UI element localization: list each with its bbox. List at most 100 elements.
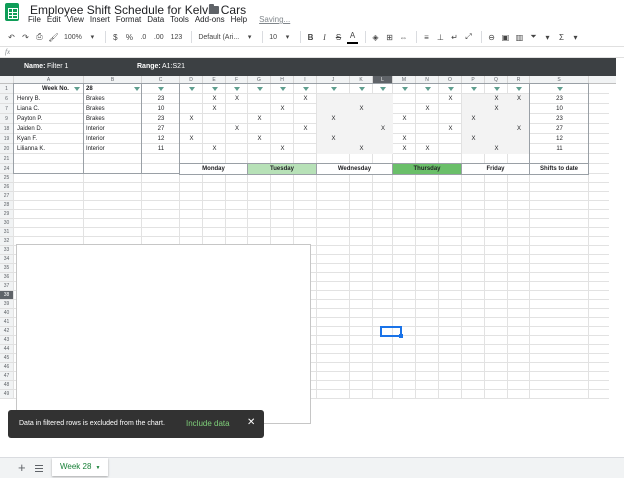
sheets-logo-icon[interactable] <box>5 3 19 21</box>
print-icon[interactable]: ⎙ <box>34 30 45 44</box>
text-rotation-icon[interactable]: ⤢ <box>463 30 474 44</box>
snackbar-message: Data in filtered rows is excluded from t… <box>19 420 165 427</box>
row-header-31[interactable]: 31 <box>0 228 14 237</box>
menu-help[interactable]: Help <box>231 15 247 27</box>
formula-bar[interactable]: fx <box>0 46 624 58</box>
font-size-caret-icon[interactable]: ▾ <box>282 30 293 44</box>
row-header-40[interactable]: 40 <box>0 309 14 318</box>
zoom-caret-icon[interactable]: ▾ <box>87 30 98 44</box>
undo-icon[interactable]: ↶ <box>6 30 17 44</box>
more-formats-button[interactable]: 123 <box>169 30 185 44</box>
row-header-9[interactable]: 9 <box>0 114 14 124</box>
row-header-26[interactable]: 26 <box>0 183 14 192</box>
insert-chart-icon[interactable]: ▥ <box>514 30 525 44</box>
row-header-41[interactable]: 41 <box>0 318 14 327</box>
filter-name-value[interactable]: Filter 1 <box>47 63 68 70</box>
row-header-33[interactable]: 33 <box>0 246 14 255</box>
zoom-select[interactable]: 100% <box>62 30 84 44</box>
row-gridline <box>14 218 609 219</box>
row-header-48[interactable]: 48 <box>0 381 14 390</box>
row-header-46[interactable]: 46 <box>0 363 14 372</box>
font-size-select[interactable]: 10 <box>267 30 279 44</box>
menu-view[interactable]: View <box>67 15 84 27</box>
menu-add-ons[interactable]: Add-ons <box>195 15 225 27</box>
row-header-43[interactable]: 43 <box>0 336 14 345</box>
redo-icon[interactable]: ↷ <box>20 30 31 44</box>
functions-caret-icon[interactable]: ▾ <box>570 30 581 44</box>
font-caret-icon[interactable]: ▾ <box>244 30 255 44</box>
sheet-tab-caret-icon[interactable]: ▼ <box>95 465 100 471</box>
day-header-friday: Friday <box>461 163 530 175</box>
row-header-36[interactable]: 36 <box>0 273 14 282</box>
table-column-border <box>83 84 84 174</box>
row-header-34[interactable]: 34 <box>0 255 14 264</box>
row-header-44[interactable]: 44 <box>0 345 14 354</box>
row-header-25[interactable]: 25 <box>0 174 14 183</box>
font-select[interactable]: Default (Ari... <box>196 30 241 44</box>
fill-color-icon[interactable]: ◈ <box>370 30 381 44</box>
row-header-49[interactable]: 49 <box>0 390 14 399</box>
filter-icon[interactable]: ⏷ <box>528 30 539 44</box>
row-header-29[interactable]: 29 <box>0 210 14 219</box>
menu-bar: File Edit View Insert Format Data Tools … <box>28 15 290 27</box>
row-header-42[interactable]: 42 <box>0 327 14 336</box>
day-header-thursday: Thursday <box>392 163 462 175</box>
row-header-19[interactable]: 19 <box>0 134 14 144</box>
menu-file[interactable]: File <box>28 15 41 27</box>
active-cell[interactable] <box>380 326 403 338</box>
horizontal-align-icon[interactable]: ≡ <box>421 30 432 44</box>
row-header-20[interactable]: 20 <box>0 144 14 154</box>
menu-format[interactable]: Format <box>116 15 141 27</box>
row-header-7[interactable]: 7 <box>0 104 14 114</box>
row-header-45[interactable]: 45 <box>0 354 14 363</box>
sheet-tab-week-28[interactable]: Week 28 ▼ <box>52 458 108 476</box>
row-header-47[interactable]: 47 <box>0 372 14 381</box>
percent-format-button[interactable]: % <box>124 30 135 44</box>
italic-button[interactable]: I <box>319 30 330 44</box>
functions-icon[interactable]: Σ <box>556 30 567 44</box>
all-sheets-icon[interactable] <box>35 465 43 472</box>
insert-comment-icon[interactable]: ▣ <box>500 30 511 44</box>
paint-format-icon[interactable]: 🖌 <box>48 30 59 44</box>
close-icon[interactable]: ✕ <box>247 417 255 428</box>
strikethrough-button[interactable]: S <box>333 30 344 44</box>
day-header-tuesday: Tuesday <box>247 163 317 175</box>
row-header-37[interactable]: 37 <box>0 282 14 291</box>
row-header-1[interactable]: 1 <box>0 84 14 94</box>
text-color-button[interactable]: A <box>346 30 358 44</box>
row-header-35[interactable]: 35 <box>0 264 14 273</box>
row-header-18[interactable]: 18 <box>0 124 14 134</box>
sheet-bar: + Week 28 ▼ <box>0 457 624 478</box>
row-header-30[interactable]: 30 <box>0 219 14 228</box>
row-header-27[interactable]: 27 <box>0 192 14 201</box>
decrease-decimal-button[interactable]: .0 <box>138 30 149 44</box>
merge-cells-icon[interactable]: ⇔ <box>398 30 409 44</box>
select-all-corner[interactable] <box>0 76 14 84</box>
add-sheet-button[interactable]: + <box>18 460 26 475</box>
row-header-32[interactable]: 32 <box>0 237 14 246</box>
filter-caret-icon[interactable]: ▾ <box>542 30 553 44</box>
folder-icon[interactable] <box>209 4 219 14</box>
bold-button[interactable]: B <box>305 30 316 44</box>
row-header-39[interactable]: 39 <box>0 300 14 309</box>
vertical-align-icon[interactable]: ⊥ <box>435 30 446 44</box>
increase-decimal-button[interactable]: .00 <box>152 30 166 44</box>
currency-format-button[interactable]: $ <box>110 30 121 44</box>
borders-icon[interactable]: ⊞ <box>384 30 395 44</box>
row-header-21[interactable]: 21 <box>0 154 14 164</box>
row-header-38[interactable]: 38 <box>0 291 14 300</box>
row-header-6[interactable]: 6 <box>0 94 14 104</box>
spreadsheet-grid[interactable]: ABCDEFGHIJKLMNOPQRS 1 6 7 9 18 19 20 21 24 25 26 27… <box>0 76 616 457</box>
text-wrap-icon[interactable]: ↵ <box>449 30 460 44</box>
insert-link-icon[interactable]: ⊖ <box>486 30 497 44</box>
menu-insert[interactable]: Insert <box>90 15 110 27</box>
include-data-button[interactable]: Include data <box>186 419 230 428</box>
filter-range-value[interactable]: A1:S21 <box>162 63 185 70</box>
menu-edit[interactable]: Edit <box>47 15 61 27</box>
menu-tools[interactable]: Tools <box>170 15 189 27</box>
toolbar-divider <box>104 31 106 43</box>
row-header-28[interactable]: 28 <box>0 201 14 210</box>
chart-placeholder[interactable] <box>16 244 311 424</box>
row-header-24[interactable]: 24 <box>0 164 14 174</box>
menu-data[interactable]: Data <box>147 15 164 27</box>
